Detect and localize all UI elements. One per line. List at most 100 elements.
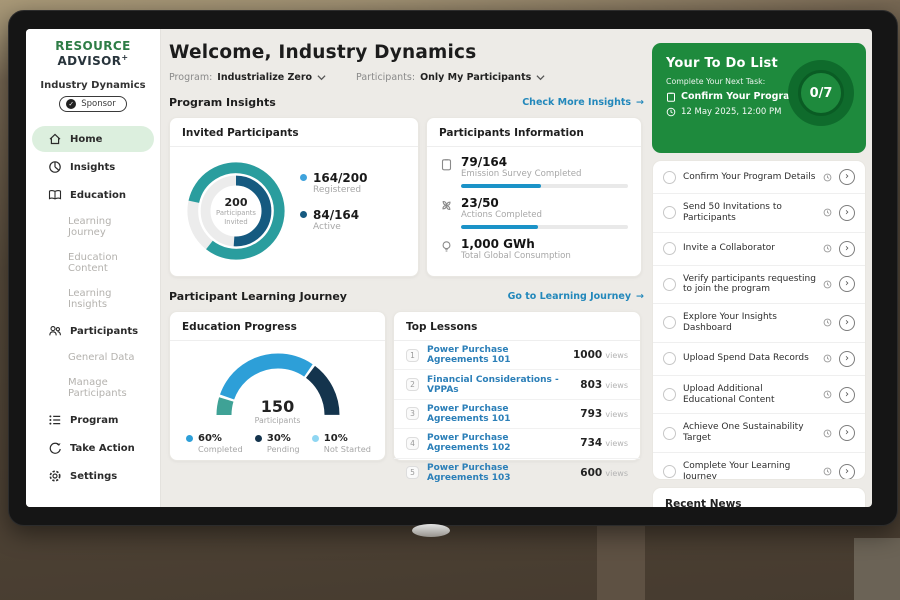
legend-not-started: 10% Not Started [312, 433, 371, 454]
sidebar-item-education-content[interactable]: Education Content [32, 246, 154, 280]
todo-label: Complete Your Learning Journey [683, 461, 816, 480]
sidebar-item-program[interactable]: Program [32, 407, 154, 433]
invited-total: 200 [225, 196, 248, 209]
clock-icon [823, 467, 832, 476]
main-content: Welcome, Industry Dynamics Program: Indu… [161, 29, 650, 507]
todo-go-button[interactable]: › [839, 464, 855, 480]
sidebar-item-settings[interactable]: Settings [32, 463, 154, 489]
gauge-label: Participants [212, 416, 344, 425]
todo-checkbox[interactable] [663, 278, 676, 291]
nav-label: Learning Insights [68, 288, 146, 310]
nav-label: Settings [70, 471, 117, 482]
check-more-insights-link[interactable]: Check More Insights → [522, 97, 644, 108]
legend-pending: 30% Pending [255, 433, 300, 454]
lesson-link[interactable]: Power Purchase Agreements 102 [427, 433, 572, 453]
lesson-link[interactable]: Financial Considerations - VPPAs [427, 375, 572, 395]
completed-label: Completed [198, 444, 243, 454]
home-icon [48, 132, 62, 146]
nav-label: Insights [70, 162, 115, 173]
todo-list-card: Confirm Your Program Details › Send 50 I… [652, 160, 866, 480]
todo-checkbox[interactable] [663, 171, 676, 184]
brand-primary: RESOURCE [55, 39, 130, 53]
todo-checkbox[interactable] [663, 465, 676, 478]
todo-item: Send 50 Invitations to Participants › [653, 194, 865, 233]
lesson-link[interactable]: Power Purchase Agreements 101 [427, 345, 565, 365]
sidebar-item-insights[interactable]: Insights [32, 154, 154, 180]
invited-participants-card: Invited Participants 200 Partic [169, 117, 419, 277]
sidebar-item-learning-insights[interactable]: Learning Insights [32, 282, 154, 316]
todo-go-button[interactable]: › [839, 387, 855, 403]
todo-label: Confirm Your Program Details [683, 172, 816, 183]
participants-dropdown[interactable]: Participants: Only My Participants [356, 72, 545, 83]
completed-pct: 60% [198, 433, 243, 444]
link-label: Check More Insights [522, 97, 631, 108]
chevron-down-icon [317, 74, 326, 81]
profile-name: Industry Dynamics [26, 80, 160, 91]
take-action-icon [48, 441, 62, 455]
todo-checkbox[interactable] [663, 242, 676, 255]
recent-news-card: Recent News [652, 487, 866, 507]
todo-item: Confirm Your Program Details › [653, 161, 865, 194]
lesson-rank: 3 [406, 407, 419, 420]
todo-checkbox[interactable] [663, 352, 676, 365]
lesson-views: 734 [580, 437, 602, 449]
info-rows: 79/164 Emission Survey Completed 23/50 A… [427, 147, 641, 261]
todo-checkbox[interactable] [663, 316, 676, 329]
lesson-rank: 1 [406, 349, 419, 362]
active-dot [300, 211, 307, 218]
insights-cards-row: Invited Participants 200 Partic [169, 117, 644, 277]
program-dropdown[interactable]: Program: Industrialize Zero [169, 72, 326, 83]
program-insights-title: Program Insights [169, 96, 276, 109]
todo-go-button[interactable]: › [839, 241, 855, 257]
todo-go-button[interactable]: › [839, 425, 855, 441]
sponsor-badge[interactable]: ✓ Sponsor [59, 96, 127, 112]
todo-item: Achieve One Sustainability Target › [653, 414, 865, 453]
sidebar-item-participants[interactable]: Participants [32, 318, 154, 344]
lesson-views: 1000 [573, 349, 602, 361]
todo-progress-value: 0/7 [810, 86, 833, 101]
sidebar-item-home[interactable]: Home [32, 126, 154, 152]
todo-go-button[interactable]: › [839, 315, 855, 331]
lesson-views: 793 [580, 408, 602, 420]
todo-go-button[interactable]: › [839, 351, 855, 367]
todo-checkbox[interactable] [663, 388, 676, 401]
legend-completed: 60% Completed [186, 433, 243, 454]
gear-icon [48, 469, 62, 483]
education-progress-card: Education Progress 150 Participants [169, 311, 386, 461]
todo-panel: Your To Do List Complete Your Next Task:… [652, 29, 866, 507]
todo-go-button[interactable]: › [839, 205, 855, 221]
nav-label: General Data [68, 352, 134, 363]
registered-dot [300, 174, 307, 181]
emission-survey-progress [461, 184, 628, 188]
learning-journey-title: Participant Learning Journey [169, 290, 347, 303]
nav-label: Program [70, 415, 118, 426]
sidebar-item-education[interactable]: Education [32, 182, 154, 208]
clock-icon [823, 390, 832, 399]
todo-item: Complete Your Learning Journey › [653, 453, 865, 480]
sidebar-item-manage-participants[interactable]: Manage Participants [32, 371, 154, 405]
actions-completed-progress [461, 225, 628, 229]
nav-label: Manage Participants [68, 377, 146, 399]
actions-icon [440, 199, 453, 212]
dashboard-screen: RESOURCE ADVISOR+ Industry Dynamics ✓ Sp… [26, 29, 872, 507]
todo-label: Achieve One Sustainability Target [683, 422, 816, 444]
consumption-row: 1,000 GWh Total Global Consumption [440, 237, 628, 261]
todo-checkbox[interactable] [663, 427, 676, 440]
invited-label: Participants [216, 209, 256, 217]
go-to-learning-journey-link[interactable]: Go to Learning Journey → [508, 291, 644, 302]
arrow-right-icon: → [636, 291, 644, 302]
sidebar-item-take-action[interactable]: Take Action [32, 435, 154, 461]
lesson-views: 803 [580, 379, 602, 391]
todo-hero-card: Your To Do List Complete Your Next Task:… [652, 43, 866, 153]
todo-go-button[interactable]: › [839, 169, 855, 185]
todo-checkbox[interactable] [663, 206, 676, 219]
donut-legend: 164/200 Registered 84/164 Active [300, 171, 367, 245]
lesson-rank: 5 [406, 466, 419, 479]
monitor-power-button [412, 524, 450, 537]
sidebar-item-learning-journey[interactable]: Learning Journey [32, 210, 154, 244]
todo-go-button[interactable]: › [839, 276, 855, 292]
lesson-link[interactable]: Power Purchase Agreements 103 [427, 463, 572, 483]
views-word: views [605, 381, 628, 390]
lesson-link[interactable]: Power Purchase Agreements 101 [427, 404, 572, 424]
sidebar-item-general-data[interactable]: General Data [32, 346, 154, 369]
